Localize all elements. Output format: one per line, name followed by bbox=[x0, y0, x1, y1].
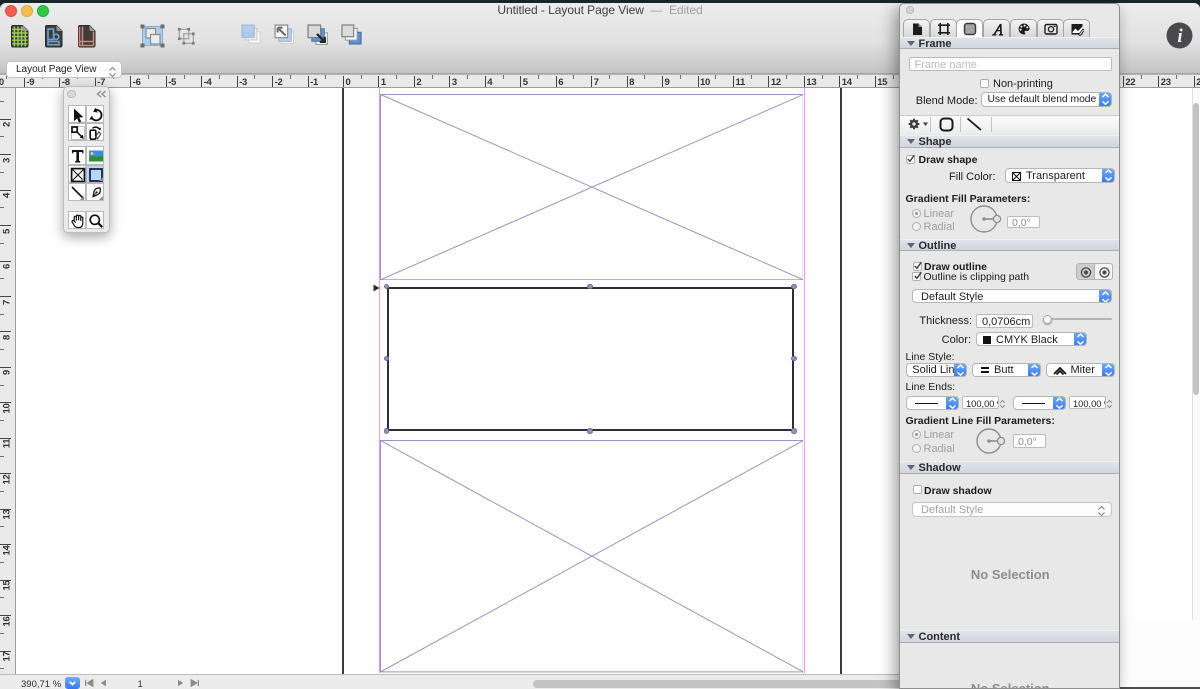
svg-text:i: i bbox=[1177, 26, 1183, 47]
